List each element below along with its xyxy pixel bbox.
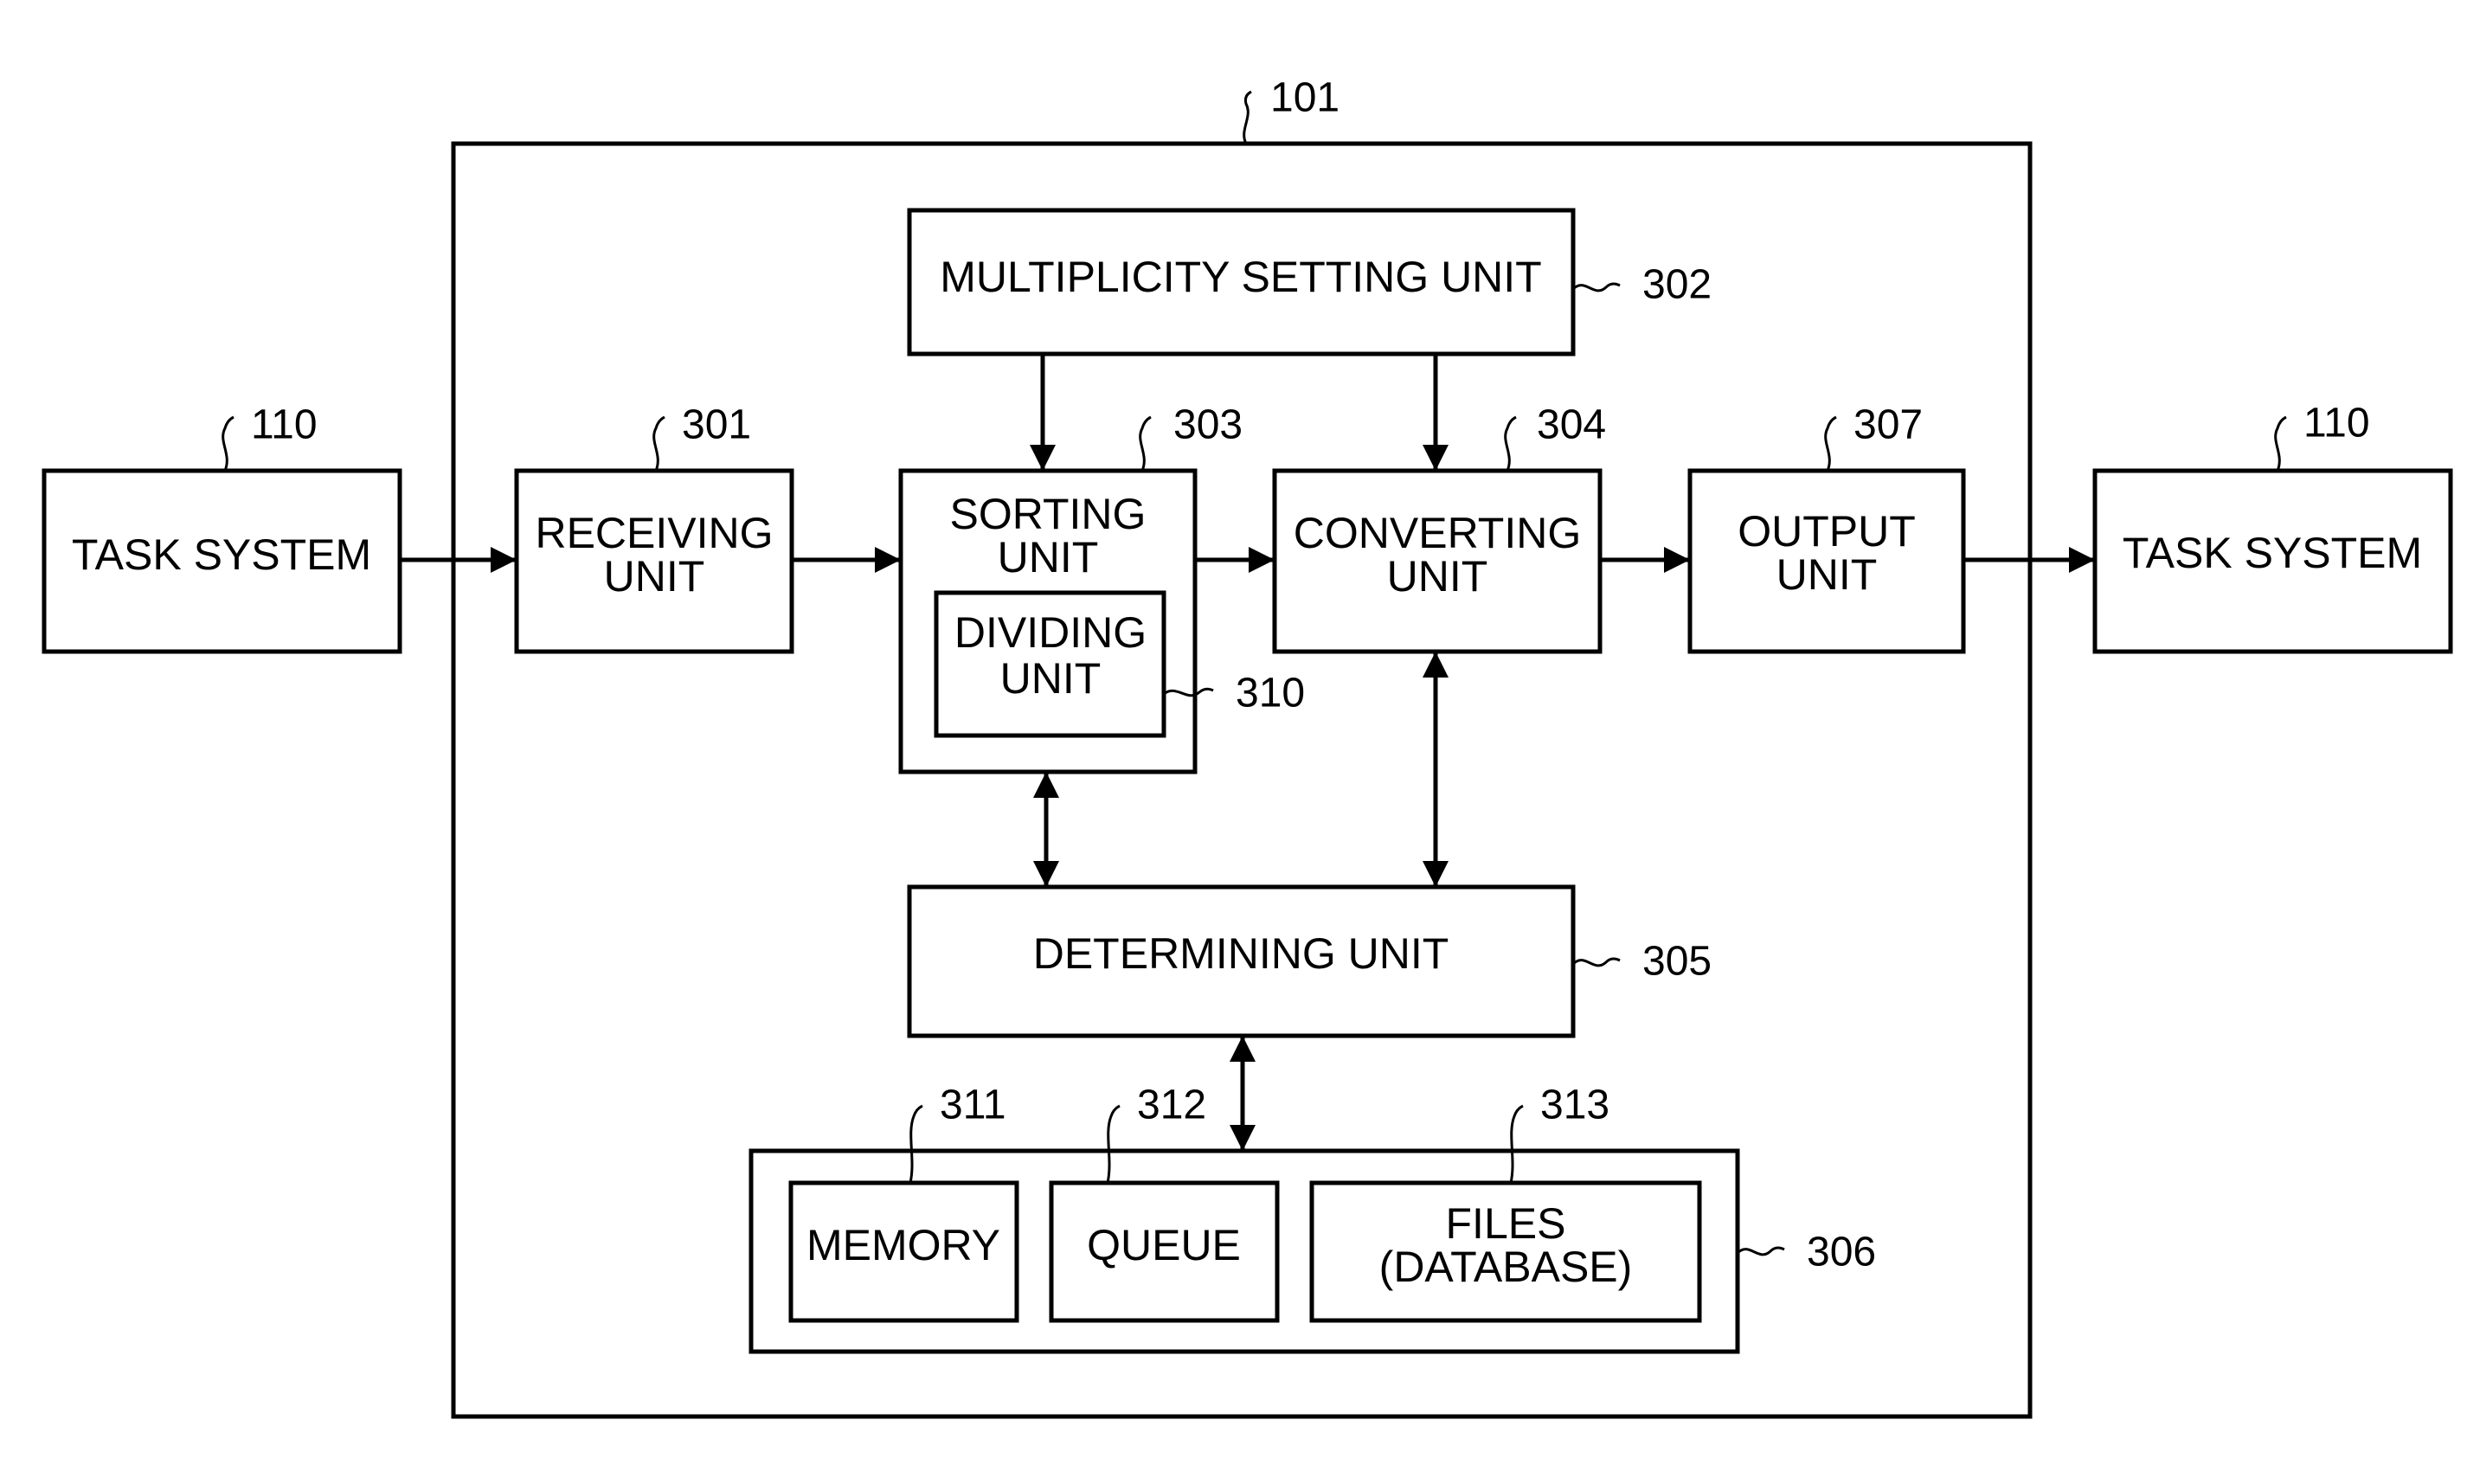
block-label-line1: FILES: [1446, 1199, 1566, 1248]
block-label-line2: UNIT: [998, 533, 1099, 581]
ref-label: 313: [1540, 1082, 1609, 1128]
block-label: MULTIPLICITY SETTING UNIT: [940, 253, 1541, 301]
block-label-line2: UNIT: [604, 552, 705, 601]
ref-label: 310: [1236, 671, 1305, 716]
ref-label: 304: [1537, 402, 1606, 448]
ref-label: 306: [1807, 1230, 1876, 1275]
block-label-line2: (DATABASE): [1379, 1243, 1633, 1291]
block-label-line1: RECEIVING: [535, 509, 773, 557]
block-label-line2: UNIT: [1387, 552, 1488, 601]
block-label: TASK SYSTEM: [72, 530, 371, 579]
block-diagram: 101 TASK SYSTEM 110 RECEIVING UNIT 301 M…: [42, 75, 2453, 1419]
ref-label: 302: [1642, 262, 1712, 308]
ref-label: 311: [940, 1082, 1006, 1128]
ref-label: 305: [1642, 939, 1712, 985]
task-system-left-block: TASK SYSTEM 110: [42, 402, 402, 654]
block-label-line1: CONVERTING: [1294, 509, 1581, 557]
task-system-right-block: TASK SYSTEM 110: [2092, 401, 2453, 654]
block-label: MEMORY: [806, 1221, 1000, 1269]
ref-label: 312: [1137, 1082, 1206, 1128]
ref-label: 110: [2303, 401, 2370, 446]
ref-label: 101: [1270, 75, 1340, 121]
ref-label: 307: [1853, 402, 1923, 448]
block-label-line2: UNIT: [1000, 654, 1102, 703]
block-label-line1: DIVIDING: [954, 608, 1147, 657]
ref-leader: [2274, 415, 2287, 472]
ref-leader: [1243, 90, 1252, 145]
block-label-line2: UNIT: [1776, 550, 1878, 599]
block-label-line1: OUTPUT: [1738, 507, 1916, 556]
ref-leader: [222, 415, 234, 472]
block-label: DETERMINING UNIT: [1033, 929, 1449, 978]
block-label: QUEUE: [1087, 1221, 1241, 1269]
ref-label: 110: [251, 402, 318, 448]
block-label: TASK SYSTEM: [2123, 529, 2422, 577]
ref-label: 303: [1173, 402, 1243, 448]
block-label-line1: SORTING: [950, 490, 1147, 538]
ref-label: 301: [682, 402, 751, 448]
